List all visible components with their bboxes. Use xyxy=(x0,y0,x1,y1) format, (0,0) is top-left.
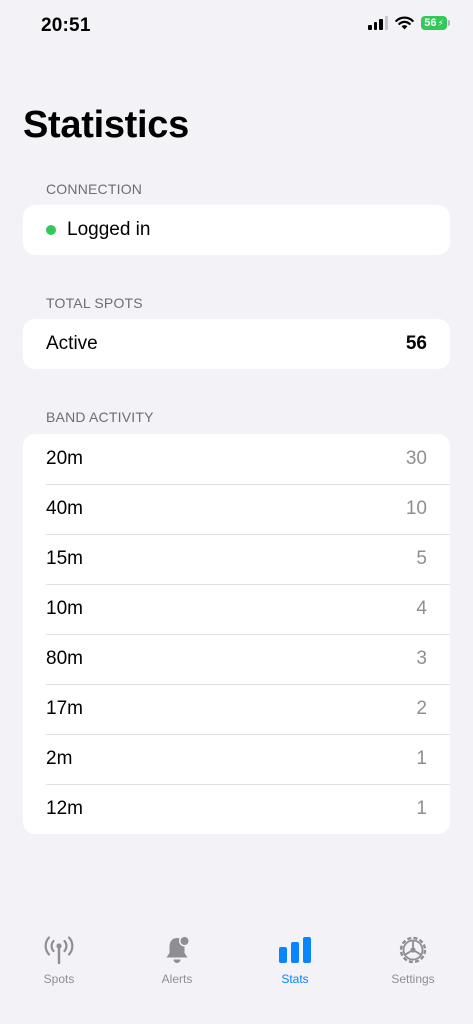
band-activity-card: 20m 30 40m 10 15m 5 10m 4 80m 3 17m 2 2m… xyxy=(23,434,450,834)
antenna-icon xyxy=(43,934,75,966)
tab-spots[interactable]: Spots xyxy=(0,934,118,986)
status-bar: 20:51 56 ⚡ xyxy=(0,0,473,54)
tab-settings[interactable]: Settings xyxy=(354,934,472,986)
band-name: 15m xyxy=(46,548,83,569)
tab-label: Spots xyxy=(43,972,75,986)
tab-stats[interactable]: Stats xyxy=(236,934,354,986)
band-row-2m: 2m 1 xyxy=(23,734,450,784)
total-spots-header: TOTAL SPOTS xyxy=(46,295,143,311)
connection-status-dot-icon xyxy=(46,225,56,235)
connection-header: CONNECTION xyxy=(46,181,143,197)
band-name: 2m xyxy=(46,748,73,769)
band-row-40m: 40m 10 xyxy=(23,484,450,534)
status-icons: 56 ⚡ xyxy=(368,16,450,30)
band-count: 30 xyxy=(405,448,427,469)
band-row-80m: 80m 3 xyxy=(23,634,450,684)
band-name: 40m xyxy=(46,498,83,519)
band-count: 3 xyxy=(416,648,427,669)
band-name: 10m xyxy=(46,598,83,619)
bell-badge-icon xyxy=(161,934,193,966)
tab-alerts[interactable]: Alerts xyxy=(118,934,236,986)
band-count: 5 xyxy=(416,548,427,569)
band-count: 1 xyxy=(416,798,427,819)
connection-card: Logged in xyxy=(23,205,450,255)
cellular-signal-icon xyxy=(368,16,388,30)
band-count: 1 xyxy=(416,748,427,769)
tab-label: Stats xyxy=(281,972,309,986)
tab-bar: Spots Alerts Stats Settings xyxy=(0,920,473,1024)
page-title: Statistics xyxy=(23,104,189,146)
battery-icon: 56 ⚡ xyxy=(421,16,450,30)
band-name: 17m xyxy=(46,698,83,719)
band-name: 12m xyxy=(46,798,83,819)
gear-icon xyxy=(397,934,429,966)
status-time: 20:51 xyxy=(41,15,91,36)
band-name: 20m xyxy=(46,448,83,469)
tab-label: Alerts xyxy=(161,972,193,986)
band-row-15m: 15m 5 xyxy=(23,534,450,584)
band-row-12m: 12m 1 xyxy=(23,784,450,834)
connection-row: Logged in xyxy=(23,205,450,255)
total-spots-row: Active 56 xyxy=(23,319,450,369)
total-spots-value: 56 xyxy=(405,333,427,354)
connection-status: Logged in xyxy=(67,219,151,240)
band-count: 10 xyxy=(405,498,427,519)
band-row-10m: 10m 4 xyxy=(23,584,450,634)
band-name: 80m xyxy=(46,648,83,669)
band-count: 2 xyxy=(416,698,427,719)
tab-label: Settings xyxy=(391,972,435,986)
band-count: 4 xyxy=(416,598,427,619)
band-row-17m: 17m 2 xyxy=(23,684,450,734)
battery-level: 56 xyxy=(424,17,437,29)
total-spots-label: Active xyxy=(46,333,98,354)
band-row-20m: 20m 30 xyxy=(23,434,450,484)
wifi-icon xyxy=(395,16,414,30)
total-spots-card: Active 56 xyxy=(23,319,450,369)
bar-chart-icon xyxy=(278,934,312,966)
band-activity-header: BAND ACTIVITY xyxy=(46,409,154,425)
